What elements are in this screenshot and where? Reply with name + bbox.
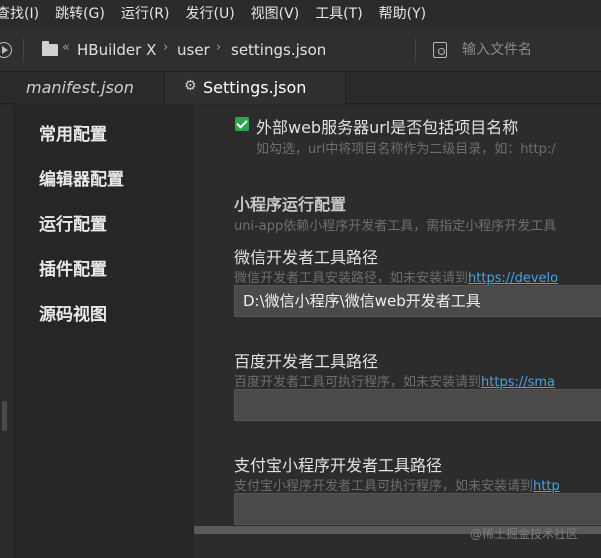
web-server-label: 外部web服务器url是否包括项目名称 bbox=[256, 118, 519, 137]
alipay-desc-text: 支付宝小程序开发者工具可执行程序，如未安装请到 bbox=[234, 479, 534, 494]
wechat-desc-text: 微信开发者工具安装路径，如未安装请到 bbox=[234, 271, 469, 286]
menu-help[interactable]: 帮助(Y) bbox=[371, 0, 434, 28]
chevron-right-icon: › bbox=[163, 40, 169, 55]
baidu-download-link[interactable]: https://sma bbox=[481, 375, 555, 390]
nav-item-run[interactable]: 运行配置 bbox=[39, 210, 107, 235]
wechat-path-input[interactable]: D:\微信小程序\微信web开发者工具 bbox=[234, 285, 601, 317]
nav-item-source-view[interactable]: 源码视图 bbox=[39, 300, 107, 325]
gear-icon: ⚙ bbox=[184, 78, 197, 94]
toolbar-divider bbox=[23, 38, 24, 62]
menu-tools[interactable]: 工具(T) bbox=[307, 0, 370, 28]
file-search-icon bbox=[433, 42, 447, 58]
alipay-path-desc: 支付宝小程序开发者工具可执行程序，如未安装请到http bbox=[234, 475, 560, 494]
chevron-right-icon: › bbox=[216, 40, 222, 55]
tab-bar: manifest.json Settings.json bbox=[0, 72, 601, 104]
baidu-path-input[interactable] bbox=[234, 389, 601, 421]
menu-search[interactable]: 查找(I) bbox=[0, 0, 47, 28]
baidu-path-desc: 百度开发者工具可执行程序，如未安装请到https://sma bbox=[234, 371, 555, 390]
breadcrumb-user[interactable]: user bbox=[177, 41, 210, 59]
left-gutter bbox=[0, 105, 14, 558]
alipay-download-link[interactable]: http bbox=[533, 479, 560, 494]
baidu-path-label: 百度开发者工具路径 bbox=[234, 352, 379, 371]
nav-item-general[interactable]: 常用配置 bbox=[39, 120, 107, 145]
breadcrumb-hbuilderx[interactable]: HBuilder X bbox=[77, 41, 156, 59]
run-icon[interactable] bbox=[0, 42, 12, 58]
scrollbar-thumb[interactable] bbox=[2, 401, 7, 431]
alipay-path-input[interactable] bbox=[234, 493, 601, 525]
tab-manifest-json[interactable]: manifest.json bbox=[14, 72, 164, 104]
wechat-path-label: 微信开发者工具路径 bbox=[234, 248, 379, 267]
menu-view[interactable]: 视图(V) bbox=[243, 0, 308, 28]
mp-section-desc: uni-app依赖小程序开发者工具，需指定小程序开发工具 bbox=[234, 219, 557, 234]
alipay-path-label: 支付宝小程序开发者工具路径 bbox=[234, 456, 443, 475]
nav-item-plugins[interactable]: 插件配置 bbox=[39, 255, 107, 280]
toolbar: « HBuilder X › user › settings.json bbox=[0, 28, 601, 72]
toolbar-divider bbox=[415, 38, 416, 62]
chevron-left-icon: « bbox=[62, 40, 70, 55]
nav-item-editor[interactable]: 编辑器配置 bbox=[39, 165, 124, 190]
wechat-download-link[interactable]: https://develo bbox=[468, 271, 558, 286]
menu-publish[interactable]: 发行(U) bbox=[178, 0, 243, 28]
file-search-input[interactable] bbox=[462, 42, 597, 58]
breadcrumb-settings-json[interactable]: settings.json bbox=[231, 41, 326, 59]
watermark: @稀土掘金技术社区 bbox=[470, 527, 579, 541]
baidu-desc-text: 百度开发者工具可执行程序，如未安装请到 bbox=[234, 375, 482, 390]
menu-goto[interactable]: 跳转(G) bbox=[47, 0, 113, 28]
wechat-path-desc: 微信开发者工具安装路径，如未安装请到https://develo bbox=[234, 267, 558, 286]
settings-nav: 常用配置 编辑器配置 运行配置 插件配置 源码视图 bbox=[15, 105, 193, 558]
mp-section-title: 小程序运行配置 bbox=[234, 195, 347, 214]
folder-icon bbox=[42, 41, 58, 56]
menu-bar: 查找(I) 跳转(G) 运行(R) 发行(U) 视图(V) 工具(T) 帮助(Y… bbox=[0, 0, 601, 28]
web-server-checkbox[interactable] bbox=[235, 117, 249, 131]
tab-label: Settings.json bbox=[203, 78, 307, 97]
menu-run[interactable]: 运行(R) bbox=[113, 0, 178, 28]
web-server-desc: 如勾选，url中将项目名称作为二级目录，如：http:/ bbox=[256, 142, 556, 157]
settings-content: 外部web服务器url是否包括项目名称 如勾选，url中将项目名称作为二级目录，… bbox=[194, 105, 601, 558]
